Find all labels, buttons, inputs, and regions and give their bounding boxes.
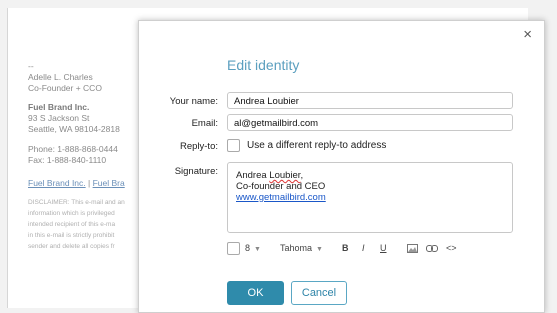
font-size-value: 8 [245, 243, 251, 253]
image-icon[interactable] [407, 243, 418, 257]
chevron-down-icon: ▼ [316, 246, 323, 253]
link-icon[interactable] [426, 243, 438, 257]
code-icon[interactable]: <> [446, 241, 457, 255]
email-link-company[interactable]: Fuel Brand Inc. [28, 178, 86, 188]
close-icon[interactable]: × [523, 26, 532, 43]
signature-name: Andrea Loubier, [236, 170, 504, 181]
email-fax: Fax: 1-888-840-1110 [28, 155, 107, 165]
font-size-dropdown[interactable]: 8 ▼ [245, 241, 261, 255]
bold-button[interactable]: B [342, 241, 349, 255]
disclaimer-line: sender and delete all copies fr [28, 243, 115, 250]
email-links: Fuel Brand Inc. | Fuel Bra [28, 178, 138, 189]
signature-label: Signature: [174, 166, 218, 177]
disclaimer-line: DISCLAIMER: This e-mail and an [28, 199, 125, 206]
disclaimer-line: information which is privileged [28, 210, 115, 217]
email-address-line1: 93 S Jackson St [28, 113, 90, 123]
email-link-second[interactable]: Fuel Bra [93, 178, 125, 188]
signature-title: Co-founder and CEO [236, 181, 326, 192]
replyto-checkbox-label[interactable]: Use a different reply-to address [247, 140, 386, 151]
email-link-separator: | [88, 178, 91, 188]
cancel-button[interactable]: Cancel [291, 281, 347, 305]
email-field[interactable]: al@getmailbird.com [227, 114, 513, 131]
toolbar-checkbox[interactable] [227, 242, 240, 255]
email-company: Fuel Brand Inc. [28, 102, 90, 112]
italic-button[interactable]: I [362, 241, 365, 255]
underline-button[interactable]: U [380, 241, 387, 255]
email-disclaimer: DISCLAIMER: This e-mail and an informati… [28, 197, 140, 252]
email-sender-title: Co-Founder + CCO [28, 83, 102, 93]
signature-name-last: Loubier [269, 170, 301, 181]
disclaimer-line: intended recipient of this e-ma [28, 221, 116, 228]
replyto-checkbox[interactable] [227, 139, 240, 152]
chevron-down-icon: ▼ [254, 246, 261, 253]
signature-editor[interactable]: Andrea Loubier, Co-founder and CEO www.g… [227, 162, 513, 233]
replyto-label: Reply-to: [179, 141, 218, 152]
disclaimer-line: in this e-mail is strictly prohibit [28, 232, 115, 239]
signature-link[interactable]: www.getmailbird.com [236, 192, 504, 203]
signature-name-first: Andrea [236, 170, 270, 181]
name-label: Your name: [169, 96, 218, 107]
signature-name-comma: , [300, 170, 304, 181]
dialog-title: Edit identity [227, 57, 300, 73]
email-sig-dashes: -- [28, 61, 34, 71]
name-field[interactable]: Andrea Loubier [227, 92, 513, 109]
font-family-dropdown[interactable]: Tahoma ▼ [280, 241, 323, 255]
font-family-value: Tahoma [280, 243, 313, 253]
edit-identity-dialog: × Edit identity Your name: Andrea Loubie… [138, 20, 545, 313]
email-address-line2: Seattle, WA 98104-2818 [28, 124, 120, 134]
email-phone: Phone: 1-888-868-0444 [28, 144, 118, 154]
ok-button[interactable]: OK [227, 281, 284, 305]
email-label: Email: [191, 118, 218, 129]
email-sender-name: Adelle L. Charles [28, 72, 93, 82]
